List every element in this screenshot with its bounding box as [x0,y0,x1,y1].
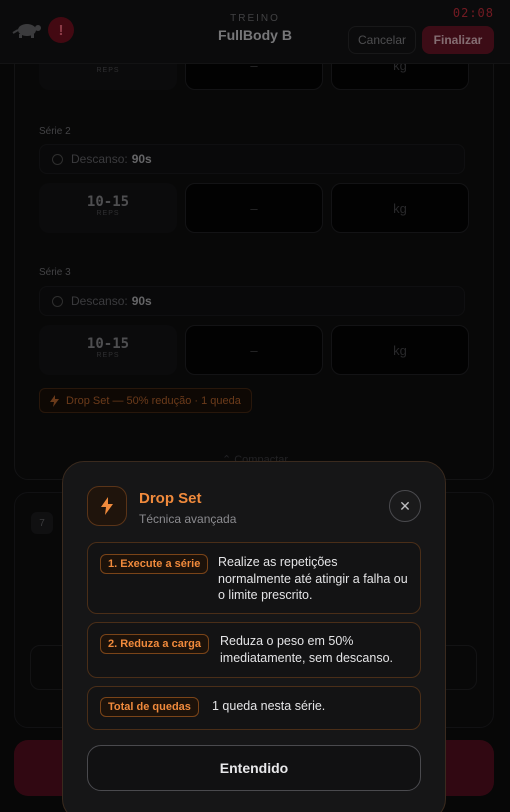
modal-subtitle: Técnica avançada [139,512,237,526]
step-text: 1 queda nesta série. [212,699,326,713]
drop-set-modal: Drop Set Técnica avançada ✕ 1. Execute a… [62,461,446,812]
step-card: 1. Execute a série Realize as repetições… [87,542,421,614]
step-tag: Total de quedas [100,697,199,717]
lightning-icon [87,486,127,526]
step-text: Reduza o peso em 50% imediatamente, sem … [220,634,394,665]
step-card: Total de quedas 1 queda nesta série. [87,686,421,730]
step-card: 2. Reduza a carga Reduza o peso em 50% i… [87,622,421,678]
step-tag: 2. Reduza a carga [100,634,209,654]
step-tag: 1. Execute a série [100,554,209,574]
close-icon[interactable]: ✕ [389,490,421,522]
step-text: Realize as repetições normalmente até at… [218,555,408,602]
confirm-button[interactable]: Entendido [87,745,421,791]
modal-title: Drop Set [139,490,202,507]
